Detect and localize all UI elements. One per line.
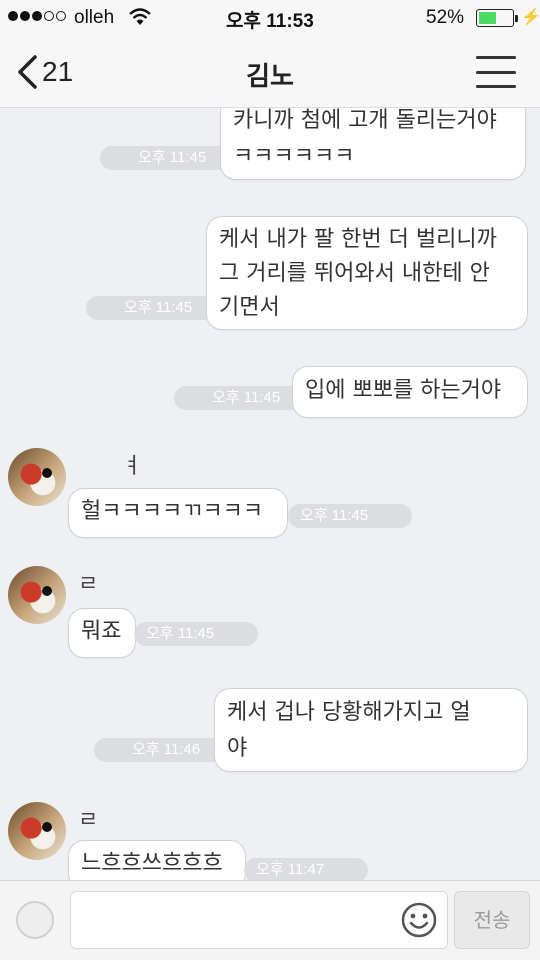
status-time: 오후 11:53 [226, 11, 314, 32]
nav-bar: 21 김노 [0, 36, 540, 108]
message-time: 오후 11:45 [86, 296, 216, 320]
avatar[interactable] [8, 802, 66, 860]
message-time: 오후 11:45 [288, 504, 412, 528]
message-bubble-received[interactable]: 뭐죠 [68, 608, 136, 658]
sender-name: ㄹ [78, 808, 99, 833]
battery-percent: 52% [426, 7, 465, 28]
message-bubble-sent[interactable]: 카니까 첨에 고개 돌리는거야 ㅋㅋㅋㅋㅋㅋ [220, 108, 526, 180]
menu-button[interactable] [476, 56, 516, 88]
battery-icon [476, 9, 514, 27]
signal-strength-icon [8, 11, 66, 21]
message-bubble-sent[interactable]: 케서 겁나 당황해가지고 얼 야 [214, 688, 528, 772]
status-bar: olleh 오후 11:53 52% ⚡ [0, 0, 540, 36]
message-bubble-received[interactable]: 느흐흐쓰흐흐흐 [68, 840, 246, 880]
message-time: 오후 11:46 [94, 738, 224, 762]
chat-title: 김노 [246, 62, 294, 92]
message-bubble-sent[interactable]: 입에 뽀뽀를 하는거야 [292, 366, 528, 418]
avatar[interactable] [8, 448, 66, 506]
menu-icon [476, 56, 516, 59]
wifi-icon [129, 8, 151, 25]
emoji-icon[interactable] [400, 901, 438, 939]
message-bubble-received[interactable]: 헐ㅋㅋㅋㅋㄲㅋㅋㅋ [68, 488, 288, 538]
send-button[interactable]: 전송 [454, 891, 530, 949]
message-time: 오후 11:45 [174, 386, 304, 410]
message-time: 오후 11:45 [100, 146, 230, 170]
message-time: 오후 11:45 [134, 622, 258, 646]
carrier-name: olleh [74, 7, 115, 28]
message-time: 오후 11:47 [244, 858, 368, 880]
sender-name: ㄹ [78, 572, 99, 597]
message-bubble-sent[interactable]: 케서 내가 팔 한번 더 벌리니까 그 거리를 뛰어와서 내한테 안 기면서 [206, 216, 528, 330]
message-input[interactable] [70, 891, 448, 949]
charging-icon: ⚡ [521, 9, 540, 26]
attach-button[interactable] [16, 901, 54, 939]
input-bar: 전송 [0, 880, 540, 960]
message-list[interactable]: 오후 11:45 카니까 첨에 고개 돌리는거야 ㅋㅋㅋㅋㅋㅋ 오후 11:45… [0, 108, 540, 880]
sender-name: ㅕ [122, 454, 143, 479]
avatar[interactable] [8, 566, 66, 624]
